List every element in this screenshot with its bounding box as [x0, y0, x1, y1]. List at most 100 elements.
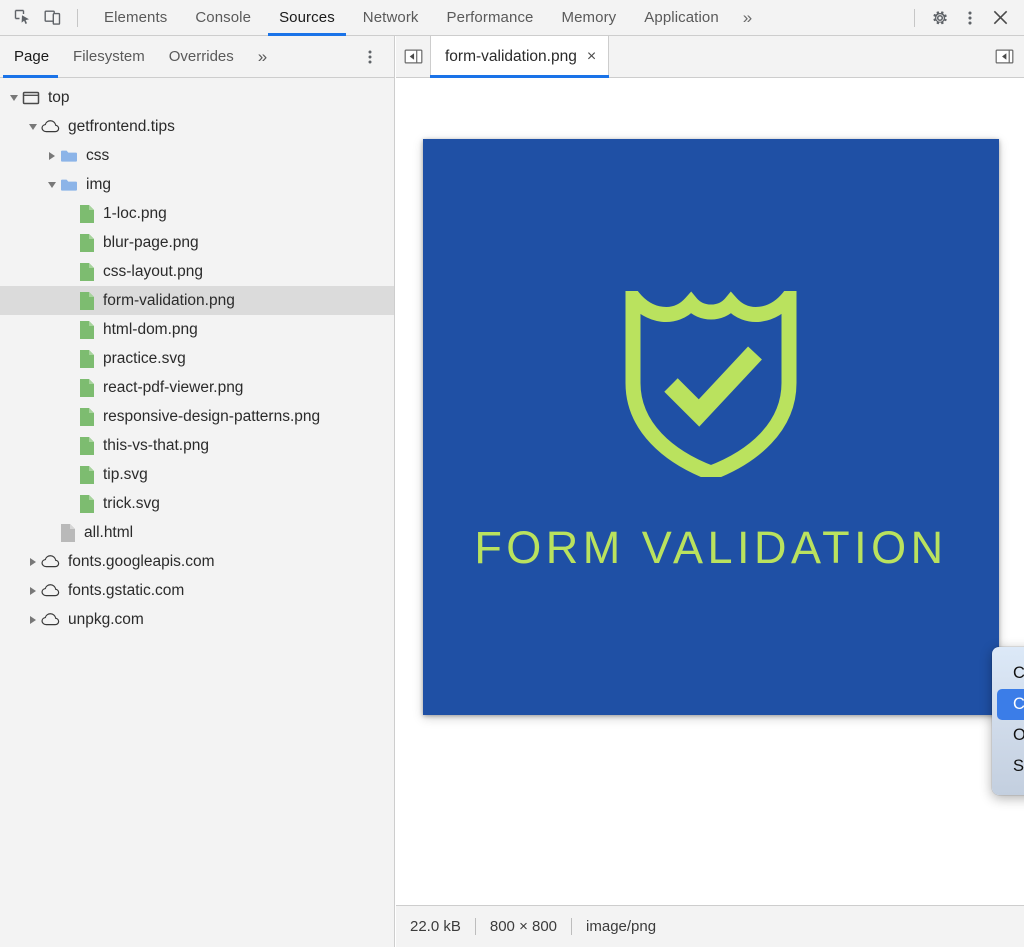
gear-glyph	[933, 10, 947, 24]
status-dimensions: 800 × 800	[489, 918, 558, 935]
toolbar-right-actions	[904, 0, 1024, 36]
tree-row[interactable]: practice.svg	[0, 344, 394, 373]
tab-console[interactable]: Console	[181, 0, 265, 36]
tree-row-label: fonts.googleapis.com	[68, 552, 215, 570]
nav-tab-overrides[interactable]: Overrides	[157, 36, 246, 78]
tab-network-label: Network	[362, 9, 419, 26]
tree-row-label: all.html	[84, 523, 134, 541]
image-file-icon-glyph	[80, 378, 94, 397]
tab-sources-label: Sources	[279, 9, 335, 26]
gear-icon[interactable]	[925, 4, 955, 32]
image-file-icon-glyph	[80, 465, 94, 484]
tree-row[interactable]: this-vs-that.png	[0, 431, 394, 460]
image-preview-canvas[interactable]: FORM VALIDATION	[423, 139, 999, 715]
navigator-more-options-icon[interactable]	[352, 49, 394, 65]
tree-row-label: react-pdf-viewer.png	[103, 378, 244, 396]
device-toolbar-icon[interactable]	[37, 4, 67, 32]
tree-row[interactable]: tip.svg	[0, 460, 394, 489]
tab-elements-label: Elements	[104, 9, 168, 26]
editor-file-tab[interactable]: form-validation.png ×	[430, 35, 610, 78]
sources-navigator-pane: Page Filesystem Overrides » top getfronte…	[0, 36, 395, 947]
image-file-icon-glyph	[80, 436, 94, 455]
tree-twisty-down[interactable]	[44, 177, 60, 193]
close-icon[interactable]	[985, 4, 1015, 32]
nav-tab-more-icon[interactable]: »	[246, 36, 279, 78]
context-menu-item-copy-image-as-data-uri[interactable]: Copy image as data URI	[997, 689, 1024, 720]
folder-icon-glyph	[61, 179, 77, 191]
tree-twisty-right[interactable]	[25, 612, 41, 628]
tree-row-label: form-validation.png	[103, 291, 235, 309]
tree-row[interactable]: css	[0, 141, 394, 170]
status-file-size: 22.0 kB	[410, 918, 461, 935]
inspect-element-icon[interactable]	[7, 4, 37, 32]
image-file-icon	[79, 378, 95, 398]
more-panels-icon[interactable]: »	[733, 9, 762, 26]
context-menu-item-open-image-in-new-tab-label: Open image in new tab	[1013, 726, 1024, 744]
chevron-right-icon	[30, 557, 36, 566]
device-toolbar-glyph	[44, 10, 60, 25]
tree-row-label: fonts.gstatic.com	[68, 581, 185, 599]
tree-row[interactable]: all.html	[0, 518, 394, 547]
cloud-icon-glyph	[41, 554, 60, 567]
image-file-icon	[79, 320, 95, 340]
nav-tab-filesystem[interactable]: Filesystem	[61, 36, 157, 78]
shield-check-icon	[623, 275, 799, 482]
tree-row[interactable]: 1-loc.png	[0, 199, 394, 228]
nav-tab-page[interactable]: Page	[0, 36, 61, 78]
tree-row-selected[interactable]: form-validation.png	[0, 286, 394, 315]
close-tab-icon[interactable]: ×	[587, 48, 596, 65]
context-menu-item-open-image-in-new-tab[interactable]: Open image in new tab	[997, 720, 1024, 751]
tab-sources[interactable]: Sources	[265, 0, 349, 36]
tree-twisty-right[interactable]	[25, 583, 41, 599]
chevron-right-icon	[49, 151, 55, 160]
tree-twisty-right[interactable]	[44, 148, 60, 164]
file-tree[interactable]: top getfrontend.tips css img 1-loc.png blur-p…	[0, 79, 394, 947]
tree-row[interactable]: unpkg.com	[0, 605, 394, 634]
tab-elements[interactable]: Elements	[90, 0, 181, 36]
tree-row[interactable]: getfrontend.tips	[0, 112, 394, 141]
tree-row[interactable]: blur-page.png	[0, 228, 394, 257]
context-menu-item-copy-image-url-label: Copy image URL	[1013, 664, 1024, 682]
image-file-icon	[79, 494, 95, 514]
image-file-icon	[79, 233, 95, 253]
editor-tab-bar: form-validation.png ×	[396, 35, 1024, 78]
show-navigator-icon[interactable]	[396, 36, 430, 78]
tab-application[interactable]: Application	[630, 0, 732, 36]
tree-twisty-down[interactable]	[25, 119, 41, 135]
nav-tab-filesystem-label: Filesystem	[73, 48, 145, 65]
tree-row-label: unpkg.com	[68, 610, 144, 628]
collapse-sidebar-icon[interactable]	[984, 36, 1024, 78]
context-menu-item-save-image-as[interactable]: Save image as…	[997, 751, 1024, 782]
chevron-right-icon	[30, 586, 36, 595]
chevron-down-icon	[29, 123, 37, 130]
tree-row-label: blur-page.png	[103, 233, 199, 251]
image-preview-frame: FORM VALIDATION	[423, 139, 999, 715]
cloud-icon-glyph	[41, 119, 60, 132]
tree-row[interactable]: fonts.googleapis.com	[0, 547, 394, 576]
tree-twisty-down[interactable]	[6, 90, 22, 106]
more-options-icon[interactable]	[955, 4, 985, 32]
tree-row[interactable]: img	[0, 170, 394, 199]
tab-network[interactable]: Network	[349, 0, 433, 36]
image-file-icon-glyph	[80, 204, 94, 223]
tree-twisty-right[interactable]	[25, 554, 41, 570]
tree-row[interactable]: react-pdf-viewer.png	[0, 373, 394, 402]
tree-row[interactable]: trick.svg	[0, 489, 394, 518]
tree-row-label: html-dom.png	[103, 320, 198, 338]
tab-memory[interactable]: Memory	[548, 0, 631, 36]
tree-row-label: trick.svg	[103, 494, 160, 512]
tree-row[interactable]: top	[0, 83, 394, 112]
context-menu-item-save-image-as-label: Save image as…	[1013, 757, 1024, 775]
tree-row[interactable]: css-layout.png	[0, 257, 394, 286]
frame-icon	[22, 89, 40, 107]
folder-icon	[60, 177, 78, 193]
show-navigator-glyph	[404, 49, 422, 64]
tab-performance[interactable]: Performance	[433, 0, 548, 36]
context-menu-item-copy-image-url[interactable]: Copy image URL	[997, 658, 1024, 689]
cloud-icon	[41, 553, 60, 571]
shield-check-glyph	[625, 275, 797, 482]
tree-row[interactable]: html-dom.png	[0, 315, 394, 344]
tree-row[interactable]: fonts.gstatic.com	[0, 576, 394, 605]
tree-row-label: this-vs-that.png	[103, 436, 209, 454]
tree-row[interactable]: responsive-design-patterns.png	[0, 402, 394, 431]
